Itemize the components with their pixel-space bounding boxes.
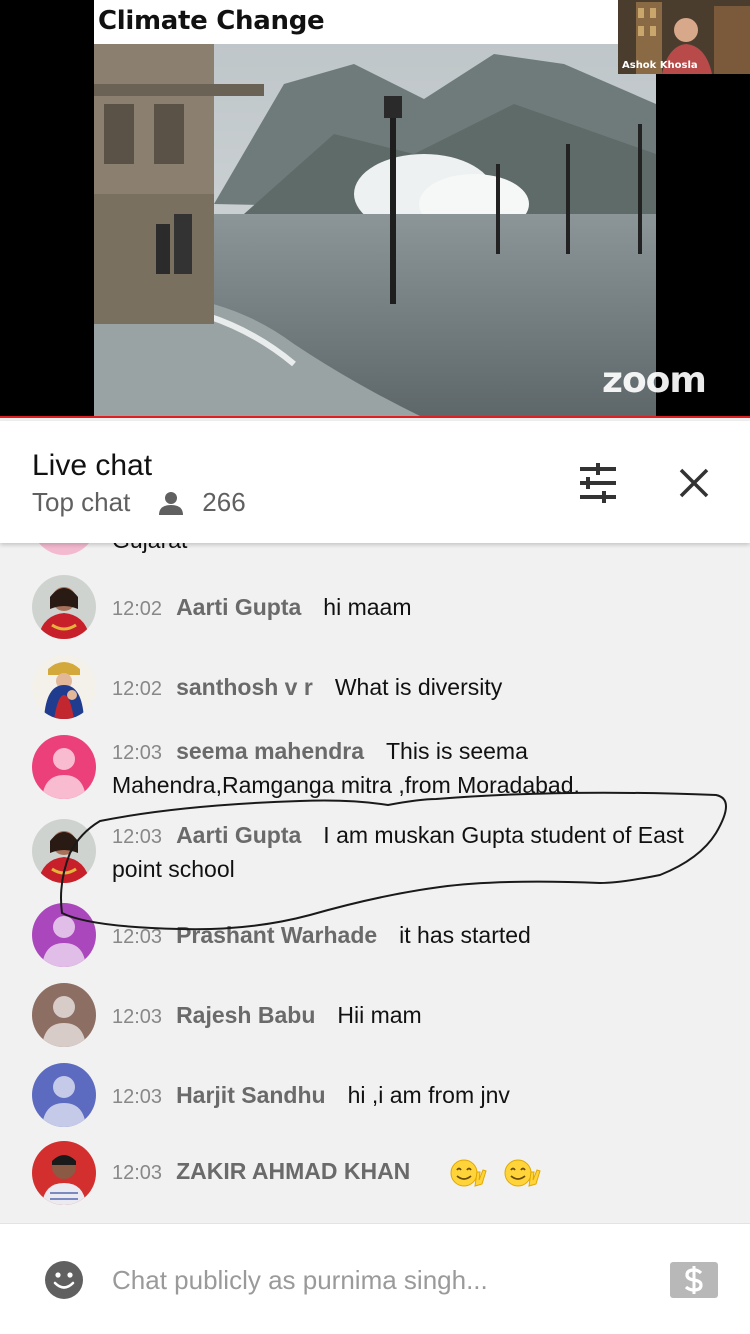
video-progress-bar[interactable] <box>0 416 750 418</box>
person-icon <box>159 491 184 515</box>
chat-mode-label[interactable]: Top chat <box>32 487 130 518</box>
avatar[interactable] <box>32 735 96 799</box>
emoji-picker-icon[interactable] <box>44 1260 84 1300</box>
avatar[interactable] <box>32 983 96 1047</box>
message-timestamp: 12:02 <box>112 598 163 620</box>
message-timestamp: 12:03 <box>112 1086 163 1108</box>
message-timestamp: 12:03 <box>112 742 163 764</box>
message-author[interactable]: Aarti Gupta <box>176 594 301 620</box>
avatar[interactable] <box>32 655 96 719</box>
message-text: 12:03 seema mahendra This is seema Mahendr… <box>112 735 716 801</box>
chat-mode-row[interactable]: Top chat 266 <box>32 487 246 518</box>
message-body: hi ,i am from jnv <box>347 1082 510 1108</box>
flood-photo <box>94 44 656 418</box>
chat-title: Live chat <box>32 449 153 482</box>
message-text: 12:03 ZAKIR AHMAD KHAN <box>112 1155 716 1189</box>
message-text: 12:03 Rajesh Babu Hii mam <box>112 999 716 1033</box>
message-body: What is diversity <box>334 674 503 700</box>
video-player[interactable]: Climate Change Ashok Khosla zoom <box>0 0 750 418</box>
message-author[interactable]: santhosh v r <box>176 674 313 700</box>
zoom-watermark: zoom <box>602 360 707 401</box>
message-timestamp: 12:03 <box>112 1162 163 1184</box>
presentation-slide: Climate Change <box>94 0 656 418</box>
message-timestamp: 12:03 <box>112 826 163 848</box>
message-body: Hii mam <box>337 1002 422 1028</box>
message-author[interactable]: ZAKIR AHMAD KHAN <box>176 1158 410 1184</box>
message-text: 12:03 Aarti Gupta I am muskan Gupta studen… <box>112 819 716 885</box>
message-author[interactable]: Prashant Warhade <box>176 922 377 948</box>
chat-input[interactable] <box>112 1260 632 1300</box>
message-text: 12:03 Prashant Warhade it has started <box>112 919 716 953</box>
message-author[interactable]: Aarti Gupta <box>176 822 301 848</box>
smile-victory-emoji <box>450 1159 487 1187</box>
close-icon[interactable] <box>670 459 718 507</box>
live-chat-header: Live chat Top chat 266 <box>0 421 750 543</box>
message-timestamp: 12:02 <box>112 678 163 700</box>
speaker-video-tile[interactable]: Ashok Khosla <box>618 0 750 74</box>
avatar[interactable] <box>32 1063 96 1127</box>
avatar[interactable] <box>32 819 96 883</box>
smile-victory-emoji <box>504 1159 541 1187</box>
message-text: Gujarat <box>112 543 187 554</box>
avatar[interactable] <box>32 903 96 967</box>
avatar[interactable] <box>32 1141 96 1205</box>
message-author[interactable]: Rajesh Babu <box>176 1002 315 1028</box>
message-timestamp: 12:03 <box>112 1006 163 1028</box>
message-body: hi maam <box>323 594 412 620</box>
message-author[interactable]: Harjit Sandhu <box>176 1082 326 1108</box>
message-timestamp: 12:03 <box>112 926 163 948</box>
message-text: 12:02 Aarti Gupta hi maam <box>112 591 716 625</box>
filter-sliders-icon[interactable] <box>574 461 622 505</box>
viewer-count: 266 <box>202 487 246 517</box>
avatar[interactable] <box>32 575 96 639</box>
chat-input-bar <box>0 1223 750 1334</box>
slide-title: Climate Change <box>98 6 325 36</box>
super-chat-dollar-icon[interactable] <box>670 1262 718 1298</box>
chat-message-list[interactable]: Gujarat 12:02 Aarti Gupta hi maam 12:02 san… <box>0 543 750 1223</box>
speaker-name: Ashok Khosla <box>622 60 698 71</box>
avatar <box>32 543 96 555</box>
message-body: it has started <box>399 922 531 948</box>
message-text: 12:02 santhosh v r What is diversity <box>112 671 716 705</box>
message-text: 12:03 Harjit Sandhu hi ,i am from jnv <box>112 1079 716 1113</box>
message-author[interactable]: seema mahendra <box>176 738 364 764</box>
